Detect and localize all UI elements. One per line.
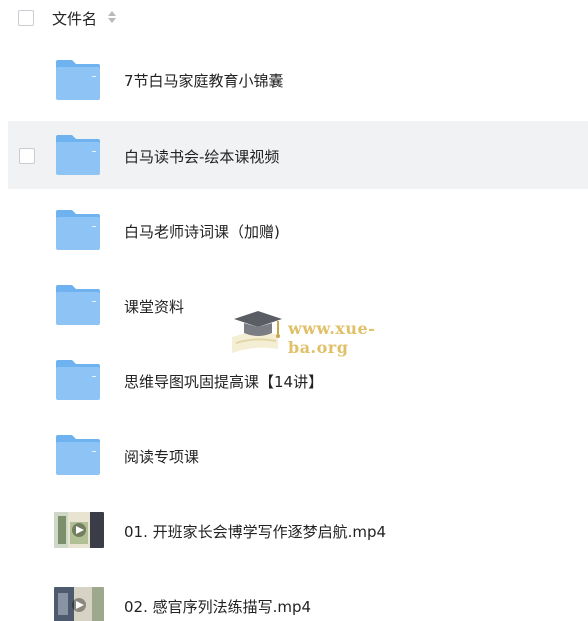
- file-name[interactable]: 课堂资料: [124, 296, 184, 317]
- folder-icon: [54, 433, 102, 477]
- watermark-text: www.xue-ba.org: [288, 319, 376, 357]
- list-item-video[interactable]: 02. 感官序列法练描写.mp4: [8, 571, 588, 621]
- file-list-page: 文件名 7节白马家庭教育小锦囊 白马读书会-绘本课视频 白马老师诗词课（加赠) …: [0, 0, 588, 621]
- file-name[interactable]: 白马老师诗词课（加赠): [124, 221, 280, 242]
- folder-icon: [54, 283, 102, 327]
- folder-icon: [54, 358, 102, 402]
- file-name[interactable]: 思维导图巩固提高课【14讲】: [124, 371, 323, 392]
- file-list-header: 文件名: [0, 0, 588, 38]
- folder-icon: [54, 208, 102, 252]
- select-all-checkbox[interactable]: [18, 10, 34, 26]
- list-item-video[interactable]: 01. 开班家长会博学写作逐梦启航.mp4: [8, 496, 588, 564]
- list-item-folder[interactable]: 7节白马家庭教育小锦囊: [8, 46, 588, 114]
- file-name[interactable]: 02. 感官序列法练描写.mp4: [124, 596, 311, 617]
- folder-icon: [54, 133, 102, 177]
- file-name[interactable]: 阅读专项课: [124, 446, 199, 467]
- list-item-folder[interactable]: 阅读专项课: [8, 421, 588, 489]
- sort-updown-icon[interactable]: [107, 10, 117, 24]
- file-name[interactable]: 7节白马家庭教育小锦囊: [124, 70, 284, 91]
- list-item-folder[interactable]: 白马老师诗词课（加赠): [8, 196, 588, 264]
- file-name[interactable]: 白马读书会-绘本课视频: [124, 146, 279, 167]
- row-checkbox[interactable]: [19, 148, 35, 164]
- watermark: www.xue-ba.org: [228, 305, 428, 361]
- file-name[interactable]: 01. 开班家长会博学写作逐梦启航.mp4: [124, 521, 386, 542]
- video-thumbnail: [54, 512, 104, 548]
- video-thumbnail: [54, 587, 104, 621]
- folder-icon: [54, 58, 102, 102]
- list-item-folder[interactable]: 白马读书会-绘本课视频: [8, 121, 588, 189]
- column-header-filename[interactable]: 文件名: [52, 8, 97, 29]
- graduation-cap-icon: [232, 311, 282, 353]
